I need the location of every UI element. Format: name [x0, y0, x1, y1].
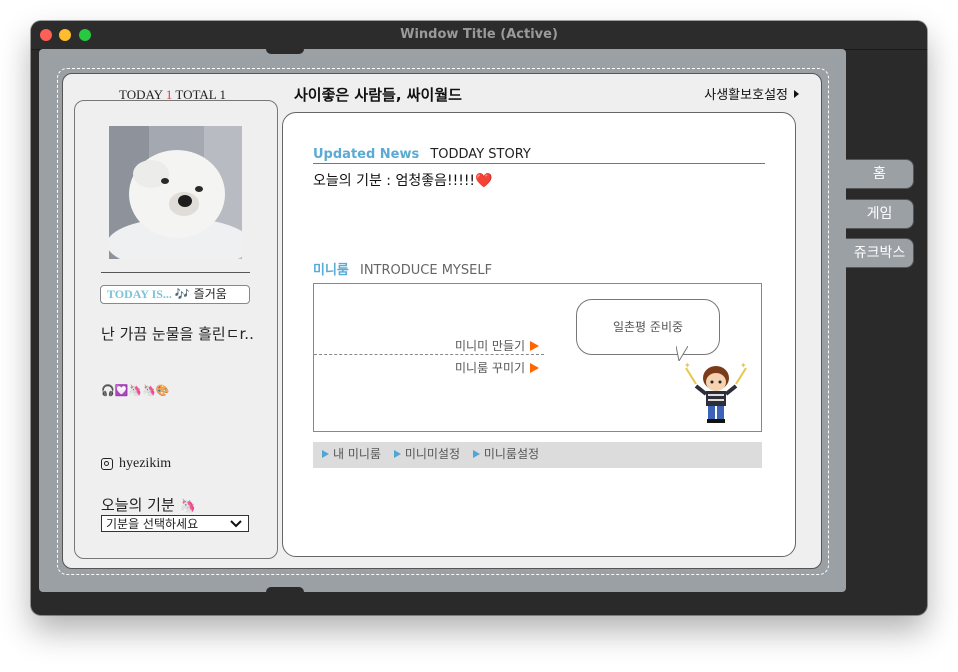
book-page: TODAY 1 TOTAL 1 TODAY IS... 🎶 즐거움 난 가끔 눈…: [62, 73, 822, 569]
instagram-handle[interactable]: hyezikim: [119, 456, 171, 472]
profile-photo: [109, 126, 242, 259]
blue-triangle-icon: [472, 450, 480, 458]
profile-bio: 난 가끔 눈물을 흘린ㄷr..: [101, 325, 254, 343]
mood-select-value: 기분을 선택하세요: [106, 517, 199, 531]
updated-news-subtitle: TODDAY STORY: [430, 147, 531, 162]
window-title: Window Title (Active): [400, 27, 558, 42]
minimi-settings-label: 미니미설정: [404, 447, 461, 461]
speech-bubble: 일촌평 준비중: [576, 299, 720, 355]
miniroom-settings-label: 미니룸설정: [483, 447, 540, 461]
today-is-badge: TODAY IS... 🎶 즐거움: [100, 285, 250, 304]
heart-icon: ❤️: [475, 173, 493, 189]
updated-news-header: Updated News TODDAY STORY: [313, 143, 765, 164]
miniroom-title: 미니룸: [313, 263, 349, 278]
profile-panel: TODAY IS... 🎶 즐거움 난 가끔 눈물을 흘린ㄷr.. 🎧💟🦄🦄🎨 h…: [74, 100, 278, 559]
book-notch-top: [266, 49, 304, 54]
unicorn-icon: 🦄: [179, 499, 196, 514]
miniroom-settings-link[interactable]: 미니룸설정: [472, 442, 540, 466]
minimi-settings-link[interactable]: 미니미설정: [393, 442, 461, 466]
book-notch-bottom: [266, 587, 304, 592]
profile-emoji-line: 🎧💟🦄🦄🎨: [101, 384, 170, 397]
blue-triangle-icon: [322, 450, 329, 458]
blue-triangle-icon: [393, 450, 401, 458]
site-title: 사이좋은 사람들, 싸이월드: [294, 86, 462, 104]
app-window: Window Title (Active) TODAY 1 TOTAL 1 TO…: [31, 21, 927, 615]
mood-select[interactable]: 기분을 선택하세요: [101, 515, 249, 532]
instagram-icon: [101, 458, 113, 470]
my-miniroom-link[interactable]: 내 미니룸: [322, 442, 381, 466]
decorate-miniroom-link[interactable]: 미니룸 꾸미기: [455, 359, 540, 376]
orange-triangle-icon: [530, 363, 540, 373]
svg-text:✦: ✦: [684, 361, 691, 370]
miniroom-divider: [314, 354, 544, 355]
miniroom-bar: 내 미니룸 미니미설정 미니룸설정: [313, 442, 762, 468]
tab-game[interactable]: 게임: [846, 199, 914, 229]
tab-jukebox[interactable]: 쥬크박스: [846, 238, 914, 268]
decorate-miniroom-label: 미니룸 꾸미기: [455, 361, 526, 375]
orange-triangle-icon: [530, 341, 540, 351]
make-minimi-label: 미니미 만들기: [455, 339, 526, 353]
today-is-value: 🎶 즐거움: [174, 287, 227, 301]
main-panel: Updated News TODDAY STORY 오늘의 기분 : 엄청좋음!…: [282, 112, 796, 557]
miniroom-box: 미니미 만들기 미니룸 꾸미기 일촌평 준비중 ✦ ✦: [313, 283, 762, 432]
title-bar: Window Title (Active): [31, 21, 927, 50]
svg-text:✦: ✦: [740, 361, 747, 370]
news-item-text: 오늘의 기분 : 엄청좋음!!!!!: [313, 173, 476, 189]
my-miniroom-label: 내 미니룸: [333, 447, 381, 461]
minimi-character-icon: ✦ ✦: [684, 361, 747, 423]
tab-home[interactable]: 홈: [846, 159, 914, 189]
minihompy-book: TODAY 1 TOTAL 1 TODAY IS... 🎶 즐거움 난 가끔 눈…: [39, 49, 846, 592]
chevron-down-icon: [230, 520, 242, 528]
miniroom-subtitle: INTRODUCE MYSELF: [359, 263, 493, 278]
today-is-label: TODAY IS...: [107, 287, 172, 301]
profile-divider: [101, 272, 250, 273]
mood-label-text: 오늘의 기분: [101, 496, 175, 514]
triangle-right-icon: [794, 90, 799, 98]
updated-news-title: Updated News: [313, 147, 420, 162]
miniroom-header: 미니룸 INTRODUCE MYSELF: [313, 259, 492, 278]
news-item[interactable]: 오늘의 기분 : 엄청좋음!!!!!❤️: [313, 170, 493, 190]
privacy-settings-link[interactable]: 사생활보호설정: [704, 84, 799, 103]
mood-label: 오늘의 기분 🦄: [101, 494, 196, 515]
make-minimi-link[interactable]: 미니미 만들기: [455, 337, 540, 354]
privacy-settings-label: 사생활보호설정: [704, 88, 788, 103]
